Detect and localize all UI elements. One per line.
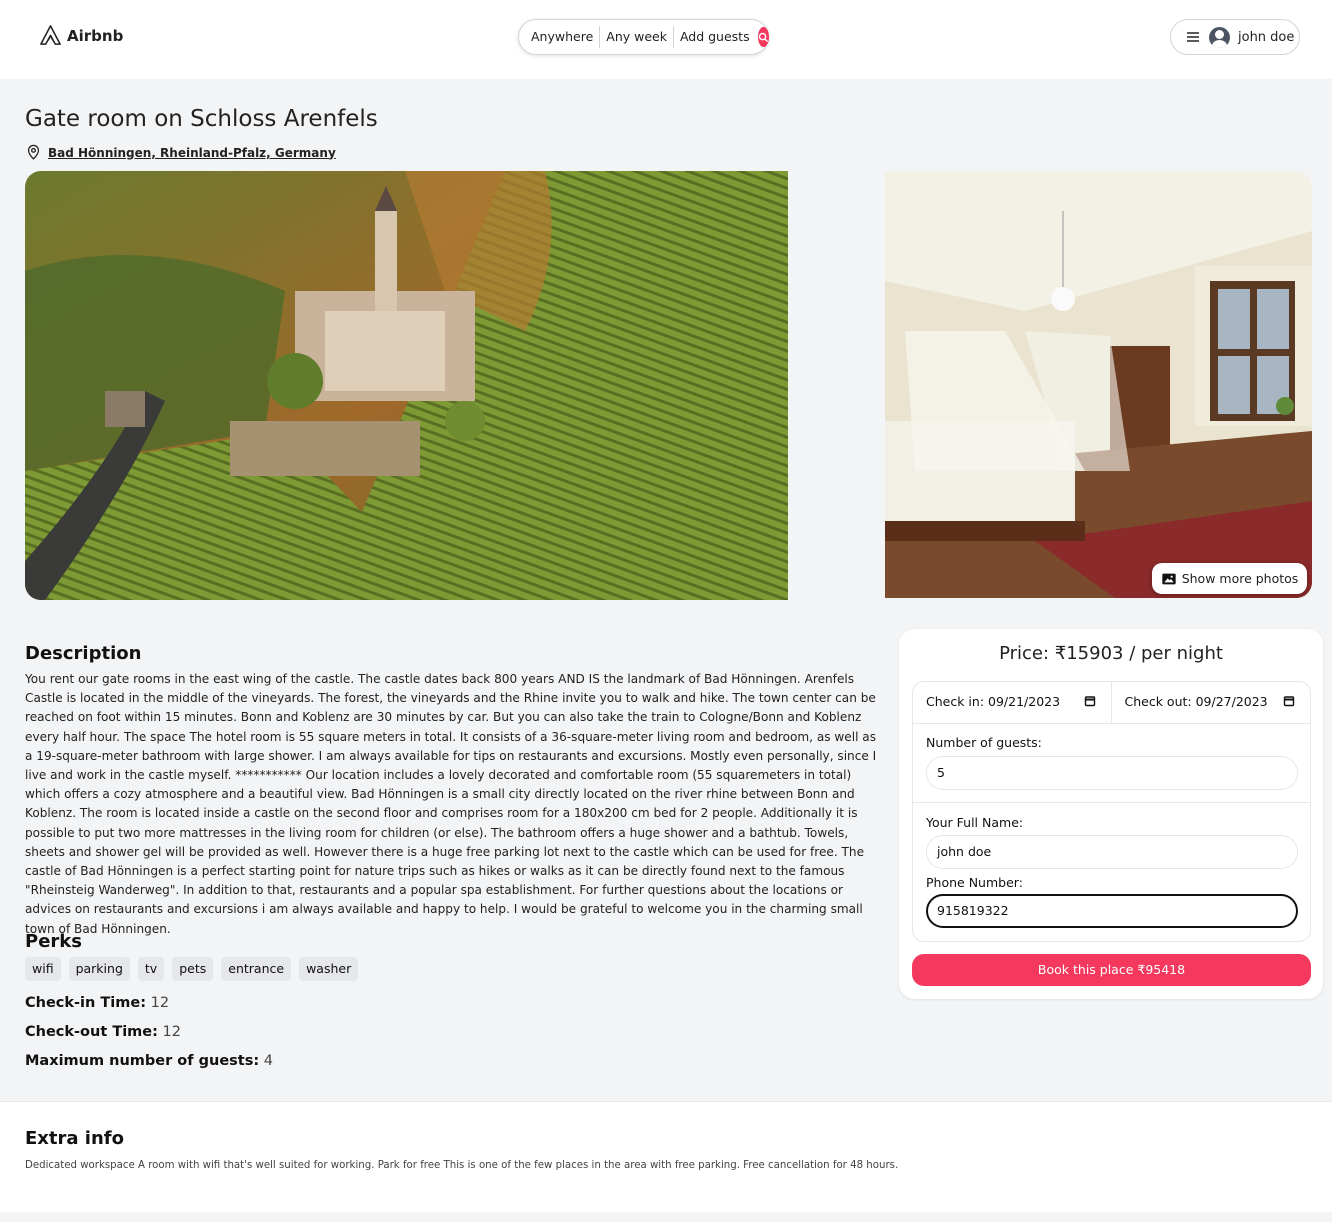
checkin-time: Check-in Time: 12 (25, 995, 169, 1011)
perk-entrance: entrance (221, 957, 292, 981)
perk-pets: pets (172, 957, 214, 981)
extra-info-section: Extra info Dedicated workspace A room wi… (0, 1101, 1332, 1212)
show-more-photos-button[interactable]: Show more photos (1152, 563, 1307, 594)
date-range: Check in: 09/21/2023 Check out: 09/27/20… (913, 682, 1310, 724)
description-heading: Description (25, 643, 142, 664)
full-name-label: Your Full Name: (926, 815, 1024, 830)
map-pin-icon (27, 144, 40, 160)
guests-label: Number of guests: (926, 735, 1042, 750)
bedroom-photo (885, 171, 1312, 598)
form-divider (913, 802, 1310, 803)
checkout-time-value: 12 (162, 1024, 181, 1040)
user-avatar-icon (1209, 26, 1230, 48)
calendar-icon[interactable] (1283, 695, 1295, 707)
max-guests-value: 4 (263, 1053, 273, 1069)
calendar-icon[interactable] (1084, 695, 1096, 707)
description-text: You rent our gate rooms in the east wing… (25, 672, 877, 936)
max-guests: Maximum number of guests: 4 (25, 1053, 273, 1069)
price-per-night: Price: ₹15903 / per night (999, 643, 1223, 664)
guests-input[interactable]: 5 (926, 756, 1298, 790)
airbnb-logo-icon (40, 25, 61, 45)
booking-widget: Price: ₹15903 / per night Check in: 09/2… (899, 629, 1323, 999)
perks-list: wifi parking tv pets entrance washer (25, 957, 359, 981)
side-photo[interactable] (885, 171, 1312, 598)
checkin-time-label: Check-in Time: (25, 995, 146, 1011)
checkin-time-value: 12 (150, 995, 170, 1011)
main-photo[interactable] (25, 171, 788, 600)
extra-info-text: Dedicated workspace A room with wifi tha… (25, 1160, 899, 1171)
address-link[interactable]: Bad Hönningen, Rheinland-Pfalz, Germany (48, 146, 336, 160)
max-guests-label: Maximum number of guests: (25, 1053, 260, 1069)
hamburger-menu-icon (1185, 29, 1201, 45)
check-in-date-field[interactable]: Check in: 09/21/2023 (913, 682, 1112, 723)
search-button[interactable] (757, 27, 769, 47)
user-name: john doe (1238, 29, 1295, 45)
listing-title: Gate room on Schloss Arenfels (25, 106, 378, 132)
perk-parking: parking (68, 957, 130, 981)
perk-wifi: wifi (25, 957, 61, 981)
full-name-input[interactable]: john doe (926, 835, 1298, 869)
listing-address: Bad Hönningen, Rheinland-Pfalz, Germany (25, 144, 336, 161)
check-out-date-text: Check out: 09/27/2023 (1124, 694, 1268, 709)
perks-heading: Perks (25, 931, 82, 952)
perk-tv: tv (137, 957, 165, 981)
airbnb-logo-link[interactable]: Airbnb (39, 24, 123, 47)
search-icon (758, 32, 768, 42)
search-add-guests[interactable]: Add guests (674, 26, 756, 48)
user-menu-button[interactable]: john doe (1170, 19, 1300, 55)
search-bar[interactable]: Anywhere Any week Add guests (518, 19, 769, 55)
extra-info-heading: Extra info (25, 1128, 124, 1149)
castle-vineyard-photo (25, 171, 788, 600)
booking-form: Check in: 09/21/2023 Check out: 09/27/20… (912, 681, 1311, 942)
search-anywhere[interactable]: Anywhere (531, 26, 601, 48)
image-icon (1162, 573, 1176, 584)
perk-washer: washer (299, 957, 359, 981)
search-any-week[interactable]: Any week (600, 26, 674, 48)
check-out-date-field[interactable]: Check out: 09/27/2023 (1112, 682, 1311, 723)
top-header: Airbnb Anywhere Any week Add guests john… (0, 0, 1332, 79)
show-more-photos-label: Show more photos (1181, 571, 1299, 586)
logo-text: Airbnb (67, 26, 124, 45)
check-in-date-text: Check in: 09/21/2023 (926, 694, 1061, 709)
book-place-button[interactable]: Book this place ₹95418 (912, 954, 1311, 986)
checkout-time-label: Check-out Time: (25, 1024, 158, 1040)
checkout-time: Check-out Time: 12 (25, 1024, 181, 1040)
phone-input[interactable]: 915819322 (926, 894, 1298, 928)
phone-label: Phone Number: (926, 875, 1023, 890)
